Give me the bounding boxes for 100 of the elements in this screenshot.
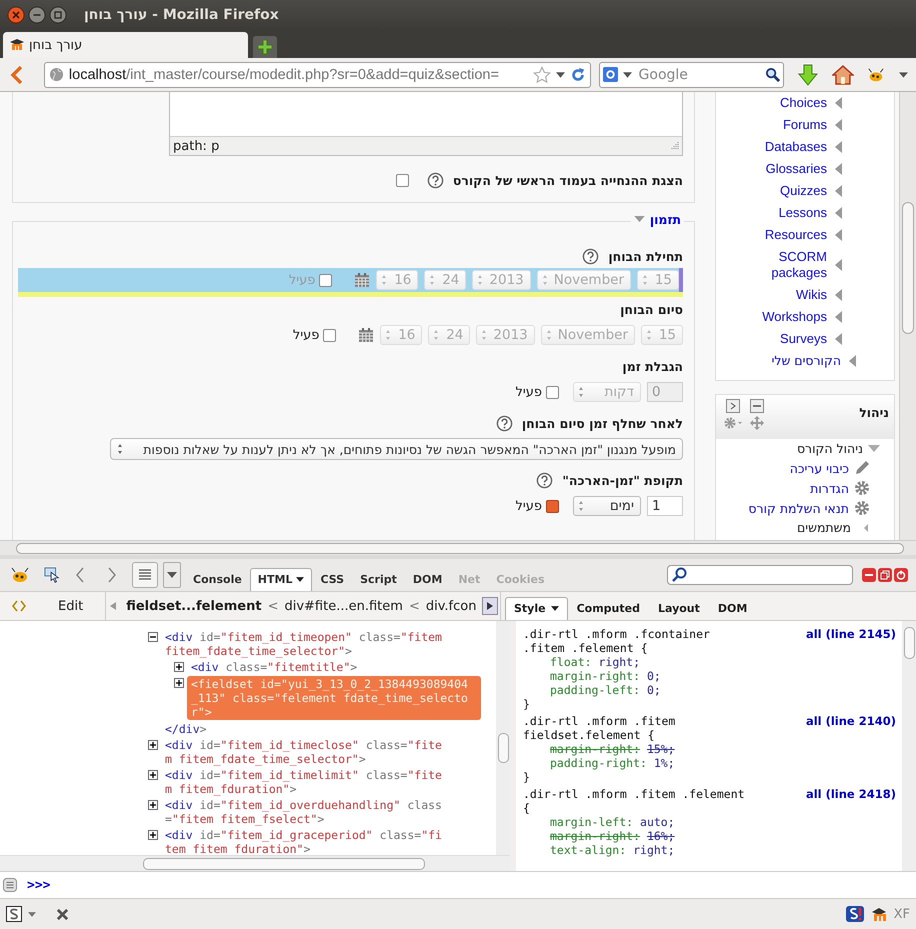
expand-toggle-icon[interactable] bbox=[148, 800, 158, 810]
help-icon[interactable] bbox=[582, 248, 600, 264]
expand-toggle-icon[interactable] bbox=[148, 632, 158, 642]
script-icon[interactable] bbox=[6, 906, 22, 922]
breadcrumb[interactable]: fieldset...felement bbox=[126, 598, 262, 614]
vertical-scrollbar[interactable] bbox=[902, 621, 916, 871]
sidebar-link[interactable]: כיבוי עריכה bbox=[790, 460, 849, 476]
html-node[interactable]: <div class="fitemtitle"> bbox=[191, 660, 473, 674]
command-menu-icon[interactable] bbox=[3, 878, 17, 892]
help-icon[interactable] bbox=[536, 472, 554, 488]
inspect-icon[interactable] bbox=[42, 567, 62, 583]
html-node[interactable]: </div> bbox=[165, 722, 447, 736]
number-field[interactable]: 1 bbox=[647, 496, 683, 516]
dropdown[interactable]: ימים bbox=[573, 496, 641, 516]
css-property[interactable]: margin-right: 15%; bbox=[523, 742, 896, 756]
reload-icon[interactable] bbox=[570, 66, 586, 82]
expand-toggle-icon[interactable] bbox=[174, 678, 184, 688]
panel-tab[interactable]: Style bbox=[505, 597, 568, 620]
sidebar-link[interactable]: Resources bbox=[764, 227, 827, 243]
shield-icon[interactable] bbox=[846, 906, 864, 922]
star-icon[interactable] bbox=[532, 66, 551, 84]
restore-icon[interactable] bbox=[878, 568, 892, 582]
sidebar-link[interactable]: הקורסים שלי bbox=[772, 353, 841, 369]
resize-grip-icon[interactable] bbox=[669, 141, 679, 151]
search-engine-icon[interactable] bbox=[602, 67, 618, 82]
sidebar-link[interactable]: Lessons bbox=[778, 205, 827, 221]
minimize-icon[interactable] bbox=[862, 568, 876, 582]
expand-toggle-icon[interactable] bbox=[148, 740, 158, 750]
caret-icon[interactable] bbox=[622, 72, 632, 78]
sidebar-link[interactable]: Quizzes bbox=[780, 183, 827, 199]
tree-item[interactable]: משתמשים bbox=[797, 520, 851, 535]
calendar-icon[interactable] bbox=[354, 272, 370, 288]
sidebar-link[interactable]: תנאי השלמת קורס bbox=[748, 500, 849, 516]
panel-tab[interactable]: DOM bbox=[404, 568, 450, 591]
search-icon[interactable] bbox=[765, 67, 780, 82]
breadcrumb[interactable]: div.fcon bbox=[426, 598, 476, 614]
panel-tab[interactable]: CSS bbox=[312, 568, 352, 591]
sidebar-link[interactable]: Glossaries bbox=[766, 161, 827, 177]
panel-tab[interactable]: DOM bbox=[708, 597, 756, 620]
help-icon[interactable] bbox=[496, 414, 513, 432]
sidebar-link[interactable]: Wikis bbox=[796, 287, 827, 303]
panel-tab[interactable]: HTML bbox=[250, 568, 312, 591]
dock-icon[interactable] bbox=[723, 399, 743, 413]
source-link[interactable]: all (line 2145) bbox=[806, 627, 896, 641]
checkbox[interactable] bbox=[319, 274, 332, 286]
sidebar-link[interactable]: Forums bbox=[782, 117, 827, 133]
search-field[interactable]: Google bbox=[598, 62, 784, 88]
sidebar-link[interactable]: Surveys bbox=[780, 331, 827, 347]
sidebar-link[interactable]: Databases bbox=[764, 139, 827, 155]
scroll-right-button[interactable] bbox=[482, 597, 498, 615]
dropdown-button[interactable] bbox=[163, 562, 181, 588]
text-editor[interactable]: path: p bbox=[169, 92, 683, 156]
bug-icon[interactable] bbox=[867, 66, 886, 82]
caret-icon[interactable] bbox=[28, 912, 36, 916]
minimize-icon[interactable] bbox=[28, 6, 46, 24]
caret-icon[interactable] bbox=[899, 72, 908, 78]
css-property[interactable]: margin-right: 16%; bbox=[523, 829, 896, 843]
panel-tab[interactable]: Computed bbox=[568, 597, 649, 620]
vertical-scrollbar[interactable] bbox=[496, 621, 510, 855]
horizontal-scrollbar[interactable] bbox=[0, 855, 510, 871]
css-property[interactable]: margin-left: auto; bbox=[523, 815, 896, 829]
breadcrumb[interactable]: div#fite...en.fitem bbox=[284, 598, 403, 614]
tree-item[interactable]: ניהול הקורס bbox=[796, 441, 863, 456]
caret-icon[interactable] bbox=[556, 72, 565, 78]
checkbox[interactable] bbox=[546, 500, 559, 512]
css-property[interactable]: margin-right: 0; bbox=[523, 669, 896, 683]
sidebar-link[interactable]: הגדרות bbox=[810, 480, 849, 496]
bug-icon[interactable] bbox=[10, 567, 30, 583]
vertical-scrollbar[interactable] bbox=[899, 92, 916, 540]
css-property[interactable]: padding-right: 1%; bbox=[523, 756, 896, 770]
help-icon[interactable] bbox=[426, 172, 444, 189]
maximize-icon[interactable] bbox=[49, 6, 67, 24]
css-property[interactable]: float: right; bbox=[523, 655, 896, 669]
search-field[interactable] bbox=[667, 565, 853, 585]
calendar-icon[interactable] bbox=[358, 327, 374, 343]
sidebar-link[interactable]: Choices bbox=[780, 95, 827, 111]
checkbox[interactable] bbox=[396, 174, 409, 187]
close-icon[interactable] bbox=[7, 6, 25, 24]
url-field[interactable]: localhost/int_master/course/modedit.php?sr=0&add=quiz&section= bbox=[44, 62, 591, 88]
panel-tab[interactable]: Console bbox=[185, 568, 250, 591]
expand-toggle-icon[interactable] bbox=[174, 662, 184, 672]
settings-icon[interactable] bbox=[723, 416, 743, 430]
download-arrow-icon[interactable] bbox=[797, 64, 820, 86]
markup-icon[interactable] bbox=[12, 599, 26, 613]
css-property[interactable]: text-align: right; bbox=[523, 843, 896, 857]
source-link[interactable]: all (line 2418) bbox=[806, 787, 896, 801]
checkbox[interactable] bbox=[546, 386, 559, 398]
dropdown[interactable]: מופעל מנגנון "זמן הארכה" המאפשר הגשה של נסיונות פתוחים, אך לא ניתן לענות על שאלות נוספות bbox=[110, 438, 683, 460]
checkbox[interactable] bbox=[323, 328, 336, 342]
sidebar-link[interactable]: Workshops bbox=[762, 309, 827, 325]
collapse-icon[interactable] bbox=[750, 399, 764, 413]
new-tab-button[interactable] bbox=[253, 36, 277, 58]
hat-icon[interactable] bbox=[870, 906, 888, 922]
sidebar-link[interactable]: SCORM packages bbox=[745, 249, 827, 281]
panel-tab[interactable]: Layout bbox=[648, 597, 709, 620]
close-icon[interactable] bbox=[894, 568, 908, 582]
expand-toggle-icon[interactable] bbox=[148, 770, 158, 780]
panel-tab[interactable]: Script bbox=[352, 568, 405, 591]
menu-button[interactable] bbox=[132, 562, 158, 588]
source-link[interactable]: all (line 2140) bbox=[806, 714, 896, 728]
